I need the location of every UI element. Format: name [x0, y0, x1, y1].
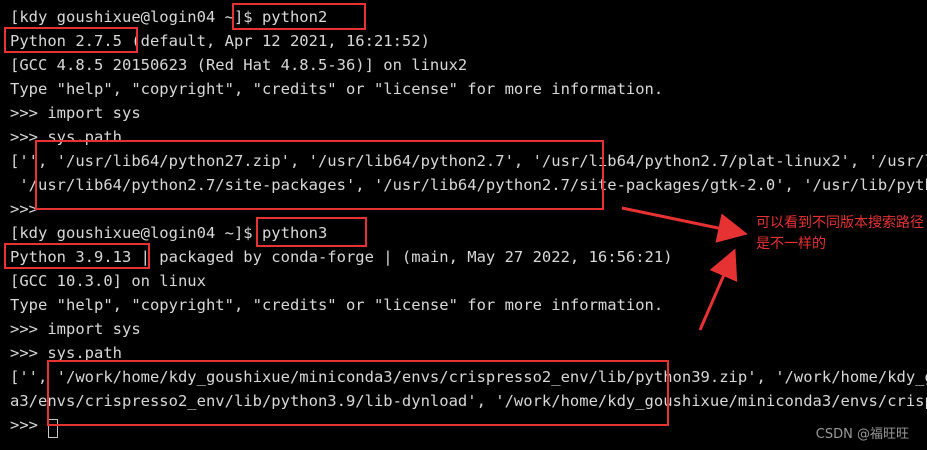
- csdn-watermark: CSDN @福旺旺: [815, 427, 909, 442]
- terminal-window[interactable]: [kdy goushixue@login04 ~]$ python2 Pytho…: [0, 0, 927, 450]
- arrow-to-note: [621, 206, 748, 243]
- arrow-up-from-python3: [698, 248, 738, 331]
- annotation-note: 可以看到不同版本搜索路径是不一样的: [756, 215, 924, 252]
